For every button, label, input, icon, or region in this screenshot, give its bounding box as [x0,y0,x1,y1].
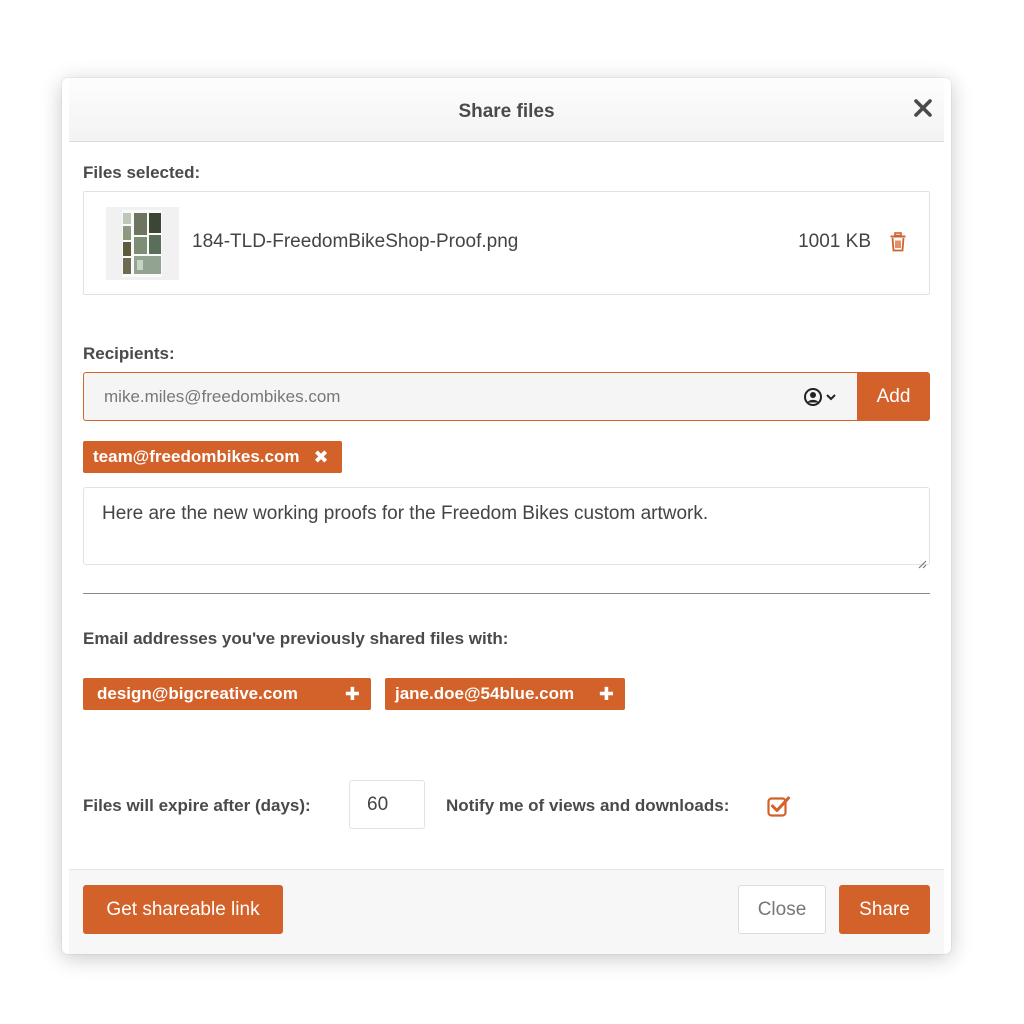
share-files-dialog: Share files Files selected: 184-TLD-Free… [62,78,951,954]
share-button[interactable]: Share [839,885,930,934]
file-list-item: 184-TLD-FreedomBikeShop-Proof.png 1001 K… [83,191,930,295]
close-icon[interactable] [912,96,934,120]
close-icon[interactable]: ✖ [313,448,328,466]
recipient-input-wrapper [83,372,857,421]
trash-icon[interactable] [889,232,907,252]
plus-icon: ✚ [598,684,614,704]
dialog-title: Share files [458,100,555,122]
file-name: 184-TLD-FreedomBikeShop-Proof.png [192,231,519,252]
contacts-dropdown[interactable] [803,385,841,409]
close-button[interactable]: Close [738,885,826,934]
expire-days-input[interactable] [349,780,425,829]
previous-address-label: design@bigcreative.com [97,684,298,703]
previous-address-label: jane.doe@54blue.com [395,684,575,703]
add-recipient-button[interactable]: Add [857,372,930,421]
get-shareable-link-button[interactable]: Get shareable link [83,885,283,934]
recipient-email-input[interactable] [84,373,784,420]
chevron-down-icon [826,394,836,401]
message-textarea[interactable]: Here are the new working proofs for the … [83,487,930,569]
expire-label: Files will expire after (days): [83,796,311,815]
plus-icon: ✚ [344,684,360,704]
recipient-input-group: Add [83,372,930,421]
previous-addresses-label: Email addresses you've previously shared… [83,629,509,648]
message-text: Here are the new working proofs for the … [102,503,709,524]
files-selected-label: Files selected: [83,163,201,182]
file-size: 1001 KB [798,231,871,252]
resize-handle-icon[interactable] [917,552,927,569]
recipient-tag: team@freedombikes.com ✖ [83,441,342,473]
previous-address-item[interactable]: jane.doe@54blue.com ✚ [385,678,625,710]
checkbox-checked-icon [767,796,790,817]
dialog-header: Share files [69,78,944,142]
previous-address-item[interactable]: design@bigcreative.com ✚ [83,678,371,710]
file-thumbnail [106,207,179,280]
notify-label: Notify me of views and downloads: [446,796,730,815]
user-circle-icon [804,388,822,406]
recipient-tag-label: team@freedombikes.com [93,447,300,466]
recipients-label: Recipients: [83,344,175,363]
section-divider [83,593,930,594]
notify-checkbox[interactable] [767,794,791,818]
